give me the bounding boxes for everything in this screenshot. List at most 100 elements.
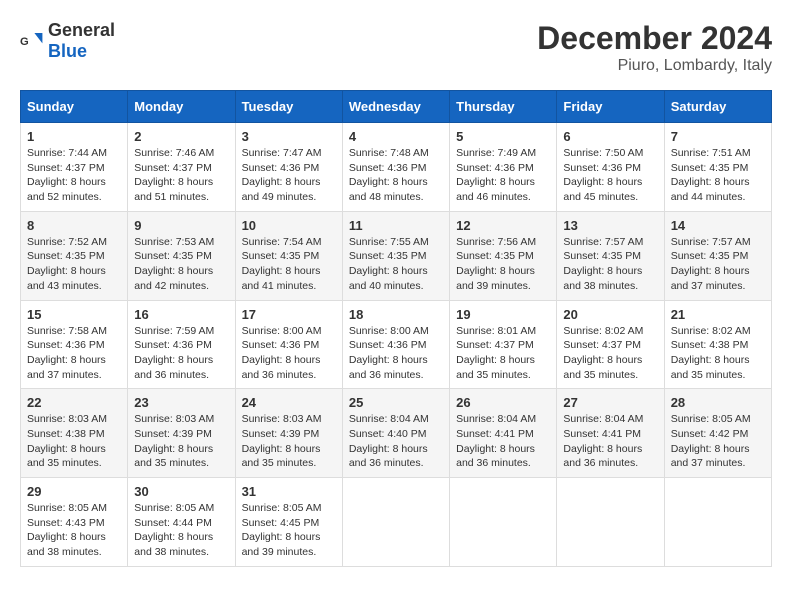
day-number: 19 — [456, 307, 550, 322]
day-info: Sunrise: 7:46 AM Sunset: 4:37 PM Dayligh… — [134, 146, 228, 205]
table-row: 26 Sunrise: 8:04 AM Sunset: 4:41 PM Dayl… — [450, 389, 557, 478]
day-info: Sunrise: 7:58 AM Sunset: 4:36 PM Dayligh… — [27, 324, 121, 383]
calendar-week-row: 1 Sunrise: 7:44 AM Sunset: 4:37 PM Dayli… — [21, 123, 772, 212]
day-info: Sunrise: 8:03 AM Sunset: 4:39 PM Dayligh… — [242, 412, 336, 471]
day-number: 22 — [27, 395, 121, 410]
table-row: 9 Sunrise: 7:53 AM Sunset: 4:35 PM Dayli… — [128, 211, 235, 300]
day-number: 24 — [242, 395, 336, 410]
day-info: Sunrise: 8:03 AM Sunset: 4:38 PM Dayligh… — [27, 412, 121, 471]
day-info: Sunrise: 7:51 AM Sunset: 4:35 PM Dayligh… — [671, 146, 765, 205]
table-row: 25 Sunrise: 8:04 AM Sunset: 4:40 PM Dayl… — [342, 389, 449, 478]
header: G General Blue December 2024 Piuro, Lomb… — [20, 20, 772, 75]
day-info: Sunrise: 8:00 AM Sunset: 4:36 PM Dayligh… — [242, 324, 336, 383]
day-number: 29 — [27, 484, 121, 499]
day-number: 1 — [27, 129, 121, 144]
month-title: December 2024 — [537, 20, 772, 57]
col-saturday: Saturday — [664, 91, 771, 123]
day-number: 7 — [671, 129, 765, 144]
day-number: 6 — [563, 129, 657, 144]
table-row: 18 Sunrise: 8:00 AM Sunset: 4:36 PM Dayl… — [342, 300, 449, 389]
col-thursday: Thursday — [450, 91, 557, 123]
day-info: Sunrise: 7:48 AM Sunset: 4:36 PM Dayligh… — [349, 146, 443, 205]
table-row: 7 Sunrise: 7:51 AM Sunset: 4:35 PM Dayli… — [664, 123, 771, 212]
table-row: 4 Sunrise: 7:48 AM Sunset: 4:36 PM Dayli… — [342, 123, 449, 212]
day-info: Sunrise: 8:05 AM Sunset: 4:43 PM Dayligh… — [27, 501, 121, 560]
day-info: Sunrise: 7:50 AM Sunset: 4:36 PM Dayligh… — [563, 146, 657, 205]
title-area: December 2024 Piuro, Lombardy, Italy — [537, 20, 772, 75]
location-title: Piuro, Lombardy, Italy — [537, 57, 772, 75]
table-row: 13 Sunrise: 7:57 AM Sunset: 4:35 PM Dayl… — [557, 211, 664, 300]
day-number: 18 — [349, 307, 443, 322]
day-number: 21 — [671, 307, 765, 322]
day-number: 5 — [456, 129, 550, 144]
table-row: 1 Sunrise: 7:44 AM Sunset: 4:37 PM Dayli… — [21, 123, 128, 212]
day-number: 28 — [671, 395, 765, 410]
col-tuesday: Tuesday — [235, 91, 342, 123]
day-info: Sunrise: 7:53 AM Sunset: 4:35 PM Dayligh… — [134, 235, 228, 294]
day-info: Sunrise: 7:44 AM Sunset: 4:37 PM Dayligh… — [27, 146, 121, 205]
day-number: 30 — [134, 484, 228, 499]
day-number: 23 — [134, 395, 228, 410]
table-row: 23 Sunrise: 8:03 AM Sunset: 4:39 PM Dayl… — [128, 389, 235, 478]
table-row — [664, 478, 771, 567]
day-info: Sunrise: 8:05 AM Sunset: 4:44 PM Dayligh… — [134, 501, 228, 560]
day-number: 20 — [563, 307, 657, 322]
table-row: 19 Sunrise: 8:01 AM Sunset: 4:37 PM Dayl… — [450, 300, 557, 389]
table-row: 27 Sunrise: 8:04 AM Sunset: 4:41 PM Dayl… — [557, 389, 664, 478]
day-info: Sunrise: 8:05 AM Sunset: 4:45 PM Dayligh… — [242, 501, 336, 560]
day-info: Sunrise: 8:04 AM Sunset: 4:40 PM Dayligh… — [349, 412, 443, 471]
table-row: 8 Sunrise: 7:52 AM Sunset: 4:35 PM Dayli… — [21, 211, 128, 300]
day-number: 11 — [349, 218, 443, 233]
day-info: Sunrise: 7:59 AM Sunset: 4:36 PM Dayligh… — [134, 324, 228, 383]
day-number: 4 — [349, 129, 443, 144]
day-number: 9 — [134, 218, 228, 233]
day-number: 31 — [242, 484, 336, 499]
table-row — [557, 478, 664, 567]
table-row: 21 Sunrise: 8:02 AM Sunset: 4:38 PM Dayl… — [664, 300, 771, 389]
day-info: Sunrise: 7:57 AM Sunset: 4:35 PM Dayligh… — [671, 235, 765, 294]
day-number: 25 — [349, 395, 443, 410]
day-number: 27 — [563, 395, 657, 410]
table-row: 15 Sunrise: 7:58 AM Sunset: 4:36 PM Dayl… — [21, 300, 128, 389]
day-info: Sunrise: 8:04 AM Sunset: 4:41 PM Dayligh… — [563, 412, 657, 471]
calendar-week-row: 22 Sunrise: 8:03 AM Sunset: 4:38 PM Dayl… — [21, 389, 772, 478]
table-row: 2 Sunrise: 7:46 AM Sunset: 4:37 PM Dayli… — [128, 123, 235, 212]
day-number: 2 — [134, 129, 228, 144]
day-info: Sunrise: 7:57 AM Sunset: 4:35 PM Dayligh… — [563, 235, 657, 294]
table-row: 3 Sunrise: 7:47 AM Sunset: 4:36 PM Dayli… — [235, 123, 342, 212]
logo-icon: G — [20, 29, 44, 53]
day-info: Sunrise: 8:05 AM Sunset: 4:42 PM Dayligh… — [671, 412, 765, 471]
day-info: Sunrise: 7:49 AM Sunset: 4:36 PM Dayligh… — [456, 146, 550, 205]
table-row: 24 Sunrise: 8:03 AM Sunset: 4:39 PM Dayl… — [235, 389, 342, 478]
day-info: Sunrise: 8:01 AM Sunset: 4:37 PM Dayligh… — [456, 324, 550, 383]
day-info: Sunrise: 7:47 AM Sunset: 4:36 PM Dayligh… — [242, 146, 336, 205]
logo: G General Blue — [20, 20, 115, 62]
calendar-table: Sunday Monday Tuesday Wednesday Thursday… — [20, 90, 772, 567]
day-info: Sunrise: 7:52 AM Sunset: 4:35 PM Dayligh… — [27, 235, 121, 294]
day-info: Sunrise: 7:54 AM Sunset: 4:35 PM Dayligh… — [242, 235, 336, 294]
svg-text:G: G — [20, 36, 29, 48]
day-number: 14 — [671, 218, 765, 233]
table-row: 11 Sunrise: 7:55 AM Sunset: 4:35 PM Dayl… — [342, 211, 449, 300]
col-friday: Friday — [557, 91, 664, 123]
day-number: 8 — [27, 218, 121, 233]
calendar-week-row: 15 Sunrise: 7:58 AM Sunset: 4:36 PM Dayl… — [21, 300, 772, 389]
col-sunday: Sunday — [21, 91, 128, 123]
table-row: 22 Sunrise: 8:03 AM Sunset: 4:38 PM Dayl… — [21, 389, 128, 478]
day-number: 26 — [456, 395, 550, 410]
table-row: 20 Sunrise: 8:02 AM Sunset: 4:37 PM Dayl… — [557, 300, 664, 389]
logo-text-blue: Blue — [48, 41, 87, 61]
day-number: 17 — [242, 307, 336, 322]
day-number: 16 — [134, 307, 228, 322]
calendar-week-row: 8 Sunrise: 7:52 AM Sunset: 4:35 PM Dayli… — [21, 211, 772, 300]
table-row: 31 Sunrise: 8:05 AM Sunset: 4:45 PM Dayl… — [235, 478, 342, 567]
day-number: 3 — [242, 129, 336, 144]
table-row: 6 Sunrise: 7:50 AM Sunset: 4:36 PM Dayli… — [557, 123, 664, 212]
day-info: Sunrise: 8:02 AM Sunset: 4:37 PM Dayligh… — [563, 324, 657, 383]
day-info: Sunrise: 8:00 AM Sunset: 4:36 PM Dayligh… — [349, 324, 443, 383]
calendar-week-row: 29 Sunrise: 8:05 AM Sunset: 4:43 PM Dayl… — [21, 478, 772, 567]
col-wednesday: Wednesday — [342, 91, 449, 123]
table-row: 14 Sunrise: 7:57 AM Sunset: 4:35 PM Dayl… — [664, 211, 771, 300]
table-row: 30 Sunrise: 8:05 AM Sunset: 4:44 PM Dayl… — [128, 478, 235, 567]
table-row: 10 Sunrise: 7:54 AM Sunset: 4:35 PM Dayl… — [235, 211, 342, 300]
